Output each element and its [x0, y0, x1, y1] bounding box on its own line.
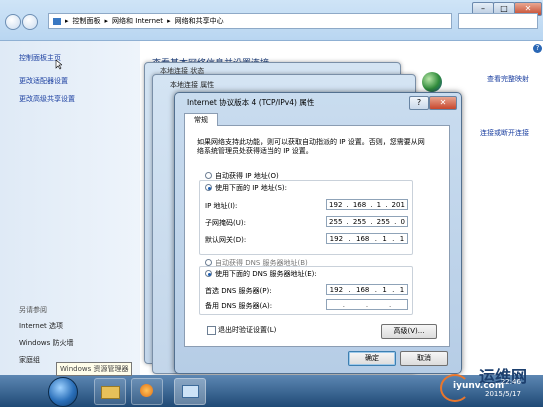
dns1-octet: 1: [399, 285, 405, 294]
auto-dns-label: 自动获得 DNS 服务器地址(B): [215, 259, 308, 267]
dialog-description: 如果网络支持此功能，则可以获取自动指派的 IP 设置。否则，您需要从网络系统管理…: [197, 138, 425, 155]
tab-general[interactable]: 常规: [184, 113, 218, 126]
tcpipv4-properties-dialog: Internet 协议版本 4 (TCP/IPv4) 属性 ? ✕ 常规 如果网…: [174, 92, 462, 374]
mask-octet: 255: [352, 217, 367, 226]
manual-dns-radio[interactable]: [205, 270, 212, 277]
gateway-octet: 1: [399, 234, 405, 243]
breadcrumb-network-internet[interactable]: 网络和 Internet: [112, 16, 163, 26]
mask-octet: 0: [400, 217, 405, 226]
ip-address-field[interactable]: 192. 168. 1. 201: [326, 199, 408, 210]
connect-disconnect-link[interactable]: 连接或断开连接: [480, 128, 529, 138]
breadcrumb-sep-icon: ▸: [167, 17, 171, 25]
gateway-octet: 1: [382, 234, 387, 243]
homegroup-link[interactable]: 家庭组: [19, 355, 40, 365]
alternate-dns-field[interactable]: . . .: [326, 299, 408, 310]
properties-window-title: 本地连接 属性: [170, 81, 215, 89]
mask-label: 子网掩码(U):: [205, 219, 246, 227]
breadcrumb-control-panel[interactable]: 控制面板: [73, 16, 101, 26]
ip-octet: 201: [391, 200, 405, 209]
back-icon[interactable]: [5, 14, 21, 30]
internet-globe-icon: [422, 72, 442, 92]
ip-octet: 168: [352, 200, 367, 209]
preferred-dns-field[interactable]: 192. 168. 1. 1: [326, 284, 408, 295]
forward-icon[interactable]: [22, 14, 38, 30]
auto-dns-radio[interactable]: [205, 259, 212, 266]
view-full-map-link[interactable]: 查看完整映射: [487, 74, 529, 84]
preferred-dns-label: 首选 DNS 服务器(P):: [205, 287, 272, 295]
manual-dns-label: 使用下面的 DNS 服务器地址(E):: [215, 269, 319, 279]
taskbar-explorer-icon[interactable]: [94, 378, 126, 405]
ip-label: IP 地址(I):: [205, 202, 238, 210]
breadcrumb-sharing-center[interactable]: 网络和共享中心: [175, 16, 224, 26]
gateway-octet: 168: [356, 234, 370, 243]
breadcrumb-sep-icon: ▸: [104, 17, 109, 25]
gateway-octet: 192: [329, 234, 344, 243]
dns1-octet: 168: [356, 285, 370, 294]
taskbar-clock[interactable]: 22:46 2015/5/17: [485, 378, 521, 398]
mouse-cursor-icon: [55, 59, 63, 70]
search-input[interactable]: [458, 13, 538, 29]
mask-octet: 255: [329, 217, 343, 226]
dialog-title: Internet 协议版本 4 (TCP/IPv4) 属性: [187, 98, 315, 107]
manual-ip-label: 使用下面的 IP 地址(S):: [215, 183, 289, 193]
manual-ip-radio[interactable]: [205, 184, 212, 191]
internet-options-link[interactable]: Internet 选项: [19, 321, 63, 331]
address-bar[interactable]: ▸ 控制面板 ▸ 网络和 Internet ▸ 网络和共享中心: [48, 13, 452, 29]
ip-octet: 1: [376, 200, 382, 209]
taskbar-tooltip: Windows 资源管理器: [56, 362, 133, 376]
auto-ip-radio[interactable]: [205, 172, 212, 179]
help-icon[interactable]: ?: [533, 44, 542, 53]
cancel-button[interactable]: 取消: [400, 351, 448, 366]
subnet-mask-field[interactable]: 255. 255. 255. 0: [326, 216, 408, 227]
mask-octet: 255: [376, 217, 391, 226]
taskbar-media-player-icon[interactable]: [131, 378, 163, 405]
network-folder-icon: [53, 17, 61, 25]
start-button-icon[interactable]: [48, 377, 78, 407]
ok-button[interactable]: 确定: [348, 351, 396, 366]
windows-firewall-link[interactable]: Windows 防火墙: [19, 338, 73, 348]
dialog-body: 如果网络支持此功能，则可以获取自动指派的 IP 设置。否则，您需要从网络系统管理…: [184, 125, 450, 347]
auto-ip-label: 自动获得 IP 地址(O): [215, 172, 279, 180]
dialog-help-button[interactable]: ?: [409, 96, 429, 110]
ip-octet: 192: [329, 200, 343, 209]
taskbar-network-window-icon[interactable]: [174, 378, 206, 405]
dns1-octet: 192: [329, 285, 344, 294]
gateway-field[interactable]: 192. 168. 1. 1: [326, 233, 408, 244]
dialog-close-button[interactable]: ✕: [429, 96, 457, 110]
change-adapter-settings-link[interactable]: 更改适配器设置: [19, 76, 68, 86]
validate-on-exit-label: 退出时验证设置(L): [218, 326, 277, 334]
breadcrumb-sep-icon: ▸: [65, 17, 69, 25]
see-also-title: 另请参阅: [19, 306, 47, 314]
gateway-label: 默认网关(D):: [205, 236, 247, 244]
advanced-sharing-settings-link[interactable]: 更改高级共享设置: [19, 94, 75, 104]
dns1-octet: 1: [382, 285, 387, 294]
alternate-dns-label: 备用 DNS 服务器(A):: [205, 302, 273, 310]
clock-time: 22:46: [500, 378, 521, 386]
advanced-button[interactable]: 高级(V)...: [381, 324, 437, 339]
validate-on-exit-checkbox[interactable]: [207, 326, 216, 335]
clock-date: 2015/5/17: [485, 390, 521, 398]
